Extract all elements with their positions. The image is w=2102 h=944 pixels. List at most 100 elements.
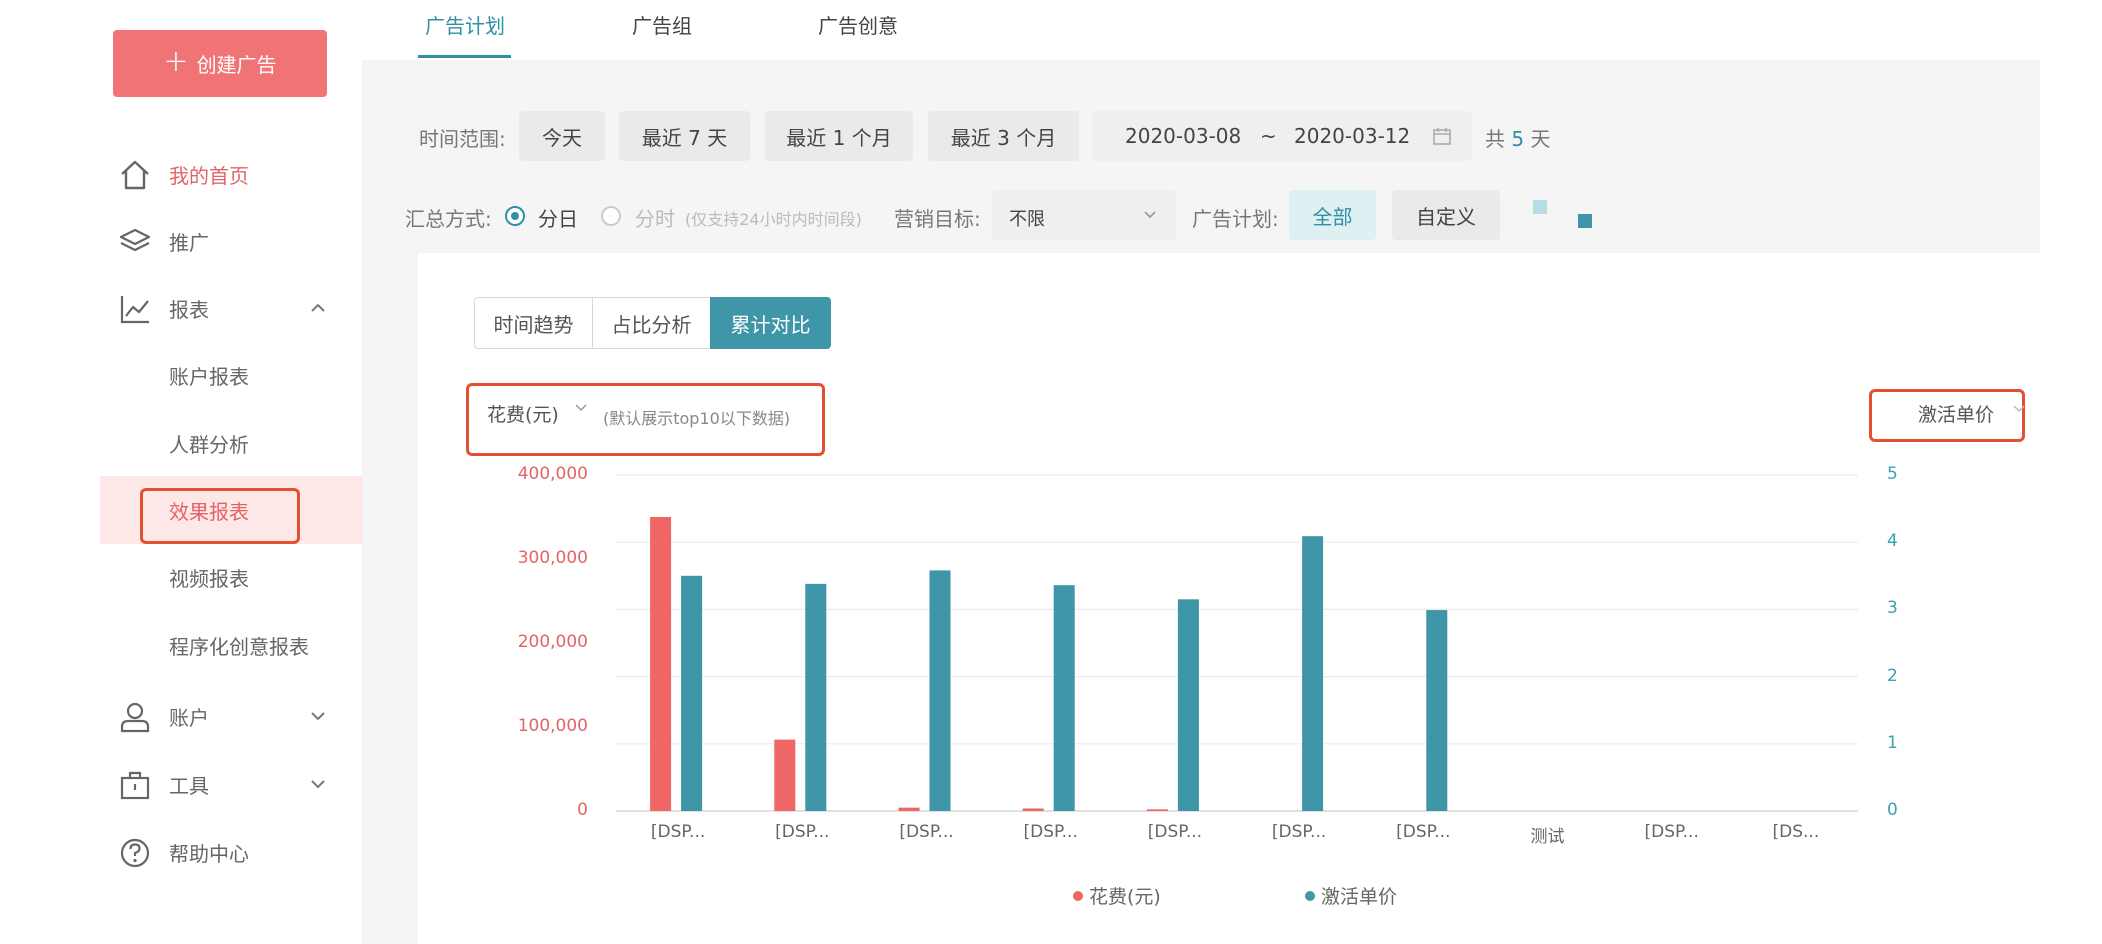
sub-label-audience: 人群分析: [169, 432, 249, 457]
x-axis-label: [DSP...: [899, 822, 954, 842]
left-metric-note: (默认展示top10以下数据): [603, 409, 791, 428]
nav-label-reports: 报表: [169, 297, 209, 322]
y-right-tick: 3: [1887, 598, 1898, 619]
calendar-icon: [1433, 128, 1451, 145]
legend-label-spend: 花费(元): [1089, 886, 1161, 908]
legend-dot-activation-price: [1305, 890, 1315, 901]
chevron-up-icon[interactable]: [308, 298, 328, 318]
y-right-tick: 5: [1887, 464, 1898, 484]
left-metric-value: 花费(元): [487, 404, 559, 426]
tab-ad-plan[interactable]: 广告计划: [425, 10, 505, 39]
date-start: 2020-03-08: [1125, 124, 1242, 148]
tab-ad-creative[interactable]: 广告创意: [818, 10, 898, 39]
y-left-tick: 200,000: [517, 632, 588, 652]
date-end: 2020-03-12: [1294, 124, 1411, 148]
chevron-down-icon: [575, 404, 587, 412]
total-suffix: 天: [1530, 127, 1551, 151]
legend-item-activation-price[interactable]: 激活单价: [1305, 882, 1397, 909]
nav-label-home: 我的首页: [169, 163, 249, 188]
create-ad-button[interactable]: + 创建广告: [113, 30, 327, 97]
total-days: 共 5 天: [1485, 123, 1550, 152]
nav-label-promotion: 推广: [169, 230, 209, 255]
y-right-tick: 4: [1887, 531, 1898, 552]
x-axis-label: [DSP...: [1023, 822, 1078, 842]
x-axis-label: [DSP...: [775, 822, 830, 842]
decor-square-light: [1533, 200, 1547, 214]
date-range-picker[interactable]: 2020-03-08 ~ 2020-03-12: [1092, 111, 1472, 161]
toolbox-icon: [120, 771, 150, 800]
sidebar-item-account-report[interactable]: 账户报表: [0, 341, 362, 409]
radio-by-hour[interactable]: [601, 206, 621, 226]
nav-item-promotion[interactable]: 推广: [0, 207, 362, 275]
radio-by-day-label: 分日: [538, 207, 578, 231]
user-icon: [120, 702, 150, 733]
nav-item-tools[interactable]: 工具: [0, 750, 362, 818]
chevron-down-icon[interactable]: [308, 706, 328, 726]
x-axis-label: [DSP...: [1271, 822, 1327, 842]
x-axis-label: 测试: [1530, 827, 1565, 847]
y-right-tick: 2: [1887, 665, 1898, 686]
chevron-down-icon: [1144, 211, 1156, 219]
x-axis-label: [DSP...: [1147, 822, 1203, 842]
layers-icon: [119, 228, 151, 252]
last-7-days-button[interactable]: 最近 7 天: [619, 111, 750, 161]
sidebar: + 创建广告 我的首页 推广 报表 账户报表 人群分析 效果报表 视频报表 程序…: [0, 0, 362, 944]
tab-ad-group[interactable]: 广告组: [632, 10, 692, 39]
x-axis-label: [DS...: [1772, 822, 1820, 842]
help-icon: [120, 838, 150, 868]
last-1-month-button[interactable]: 最近 1 个月: [765, 111, 913, 161]
view-tab-cumulative-compare[interactable]: 累计对比: [710, 297, 831, 349]
radio-by-hour-note: (仅支持24小时内时间段): [685, 210, 862, 229]
nav-label-help: 帮助中心: [169, 841, 249, 866]
sub-label-video-report: 视频报表: [169, 566, 249, 591]
view-tab-ratio-analysis[interactable]: 占比分析: [592, 297, 711, 349]
active-tab-indicator: [418, 55, 511, 58]
decor-square-dark: [1578, 214, 1592, 228]
marketing-goal-value: 不限: [1009, 209, 1045, 230]
nav-item-home[interactable]: 我的首页: [0, 140, 362, 208]
plan-all-button[interactable]: 全部: [1289, 190, 1376, 240]
last-3-months-button[interactable]: 最近 3 个月: [928, 111, 1079, 161]
y-left-tick: 0: [577, 800, 588, 820]
nav-item-help[interactable]: 帮助中心: [0, 818, 362, 886]
chevron-down-icon[interactable]: [308, 774, 328, 794]
sidebar-item-programmatic-report[interactable]: 程序化创意报表: [0, 611, 362, 679]
left-metric-select[interactable]: 花费(元): [487, 400, 559, 427]
plus-icon: +: [163, 44, 189, 79]
sidebar-item-video-report[interactable]: 视频报表: [0, 543, 362, 611]
x-axis-label: [DSP...: [1396, 822, 1451, 842]
y-right-tick: 1: [1887, 732, 1898, 753]
date-separator: ~: [1260, 124, 1277, 148]
y-left-tick: 400,000: [517, 464, 588, 484]
chevron-down-icon: [2013, 405, 2025, 413]
nav-label-account: 账户: [169, 705, 209, 730]
marketing-goal-select[interactable]: 不限: [992, 190, 1176, 240]
right-metric-value: 激活单价: [1918, 404, 1995, 426]
sub-label-account-report: 账户报表: [169, 364, 249, 389]
legend-dot-spend: [1073, 890, 1083, 901]
x-axis-label: [DSP...: [650, 822, 706, 842]
y-right-tick: 0: [1887, 800, 1898, 820]
x-axis-label: [DSP...: [1644, 822, 1699, 842]
time-range-label: 时间范围:: [419, 127, 506, 151]
right-metric-select[interactable]: 激活单价: [1918, 400, 1994, 427]
radio-by-hour-label: 分时: [635, 207, 675, 231]
y-left-tick: 300,000: [517, 548, 588, 568]
nav-label-tools: 工具: [169, 773, 209, 798]
ad-plan-label: 广告计划:: [1192, 207, 1279, 231]
sub-label-programmatic-report: 程序化创意报表: [169, 634, 309, 659]
nav-item-reports[interactable]: 报表: [0, 274, 362, 342]
legend-label-activation-price: 激活单价: [1321, 886, 1398, 908]
highlight-box-effect-report: [140, 488, 300, 544]
y-left-tick: 100,000: [517, 716, 588, 736]
home-icon: [121, 160, 149, 190]
nav-item-account[interactable]: 账户: [0, 682, 362, 750]
view-tab-time-trend[interactable]: 时间趋势: [474, 297, 593, 349]
create-ad-label: 创建广告: [196, 53, 277, 77]
radio-by-day[interactable]: [505, 206, 525, 226]
total-prefix: 共: [1485, 127, 1505, 151]
legend-item-spend[interactable]: 花费(元): [1073, 882, 1161, 909]
plan-custom-button[interactable]: 自定义: [1392, 190, 1500, 240]
sidebar-item-audience[interactable]: 人群分析: [0, 409, 362, 477]
today-button[interactable]: 今天: [519, 111, 605, 161]
